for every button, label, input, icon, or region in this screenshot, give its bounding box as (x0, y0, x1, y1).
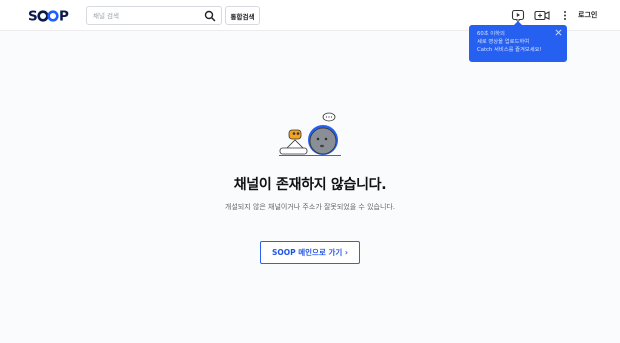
total-search-button[interactable]: 통합검색 (225, 6, 260, 25)
catch-upload-tooltip: 60초 이하의 세로 영상을 업로드하여 Catch 서비스를 즐겨보세요! (469, 21, 567, 62)
search-input[interactable] (93, 9, 199, 23)
more-icon[interactable] (561, 9, 569, 22)
soop-logo-graphic: S P (28, 9, 70, 24)
svg-text:P: P (59, 9, 69, 24)
channel-search-box (86, 6, 222, 25)
tooltip-line: 세로 영상을 업로드하여 (477, 39, 530, 45)
login-link[interactable]: 로그인 (578, 10, 597, 20)
search-icon[interactable] (204, 10, 216, 22)
close-icon[interactable] (555, 29, 562, 36)
tooltip-line: Catch 서비스를 즐겨보세요! (477, 47, 542, 53)
tooltip-line: 60초 이하의 (477, 31, 505, 37)
soop-logo[interactable]: S P (28, 8, 73, 24)
go-to-soop-main-button[interactable]: SOOP 메인으로 가기 › (260, 241, 360, 264)
svg-text:S: S (28, 9, 37, 24)
page-description: 개설되지 않은 채널이거나 주소가 잘못되었을 수 있습니다. (224, 203, 396, 211)
page-title: 채널이 존재하지 않습니다. (233, 177, 387, 193)
empty-channel-illustration (279, 112, 341, 156)
video-camera-icon[interactable] (534, 9, 550, 22)
